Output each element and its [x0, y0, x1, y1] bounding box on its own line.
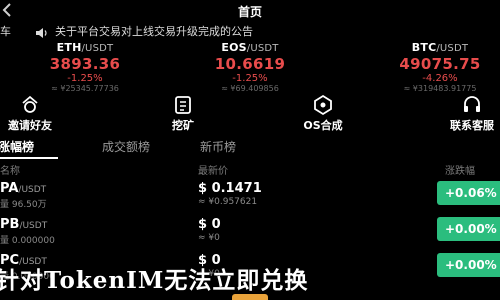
ticker-eth[interactable]: ETH/USDT 3893.36 -1.25% ≈ ¥25345.77736: [5, 38, 165, 93]
top-bar: 首页: [0, 0, 500, 22]
ticker-change: -1.25%: [232, 73, 268, 84]
row-quote: /USDT: [18, 185, 47, 195]
column-headers: 名称 最新价 涨跌幅: [0, 162, 500, 177]
ticker-base: EOS: [221, 41, 247, 54]
row-price: $ 0.1471: [198, 181, 262, 196]
shortcut-label: 挖矿: [172, 119, 194, 132]
ticker-pair: EOS/USDT: [170, 41, 330, 54]
row-cny: ≈ ¥0: [198, 233, 220, 243]
row-volume: 量 96.50万: [0, 200, 47, 210]
row-price: $ 0: [198, 217, 221, 232]
row-base: PA: [0, 181, 19, 196]
shortcut-label: OS合成: [303, 119, 343, 132]
tab-new-coins[interactable]: 新币榜: [200, 138, 236, 155]
shortcut-grid: 邀请好友 挖矿 OS合成 联系客服: [0, 90, 500, 136]
change-badge[interactable]: +0.06%: [437, 181, 500, 205]
ticker-eos[interactable]: EOS/USDT 10.6619 -1.25% ≈ ¥69.409856: [170, 38, 330, 93]
ranking-tabs: 涨幅榜 成交额榜 新币榜: [0, 138, 500, 159]
tab-gainers[interactable]: 涨幅榜: [0, 138, 34, 155]
active-tab-indicator: [0, 157, 58, 159]
customer-service-icon: [464, 96, 480, 112]
ticker-base: BTC: [411, 41, 437, 54]
change-badge[interactable]: +0.00%: [437, 217, 500, 241]
speaker-icon: [35, 24, 49, 38]
ticker-quote: /USDT: [436, 43, 469, 54]
column-change: 涨跌幅: [445, 166, 475, 177]
ticker-change: -4.26%: [422, 73, 458, 84]
ticker-pair: ETH/USDT: [5, 41, 165, 54]
shortcut-os-compose[interactable]: OS合成: [268, 90, 378, 133]
tab-turnover[interactable]: 成交额榜: [102, 138, 150, 155]
shortcut-label: 邀请好友: [8, 119, 52, 132]
shortcut-label: 联系客服: [450, 119, 494, 132]
notice-bar[interactable]: 车 关于平台交易对上线交易升级完成的公告: [0, 22, 500, 38]
row-cny: ≈ ¥0.957621: [198, 197, 258, 207]
invite-icon: [22, 95, 38, 113]
os-compose-icon: [314, 94, 332, 116]
ticker-quote: /USDT: [246, 43, 279, 54]
ticker-strip: ETH/USDT 3893.36 -1.25% ≈ ¥25345.77736 E…: [0, 38, 500, 93]
row-symbol: PB/USDT: [0, 217, 47, 232]
table-row[interactable]: PA/USDT 量 96.50万 $ 0.1471 ≈ ¥0.957621 +0…: [0, 178, 500, 210]
notice-text: 关于平台交易对上线交易升级完成的公告: [55, 25, 253, 38]
column-name: 名称: [0, 166, 20, 177]
row-quote: /USDT: [19, 221, 48, 231]
ticker-base: ETH: [56, 41, 82, 54]
row-volume: 量 0.000000: [0, 236, 55, 246]
ticker-quote: /USDT: [81, 43, 114, 54]
row-symbol: PA/USDT: [0, 181, 46, 196]
ticker-pair: BTC/USDT: [360, 41, 500, 54]
shortcut-invite[interactable]: 邀请好友: [0, 90, 85, 133]
ticker-price: 49075.75: [399, 55, 481, 73]
row-base: PB: [0, 217, 20, 232]
notice-prefix: 车: [0, 25, 11, 38]
bottom-handle: [232, 294, 268, 300]
ticker-price: 3893.36: [49, 55, 121, 73]
ticker-btc[interactable]: BTC/USDT 49075.75 -4.26% ≈ ¥319483.91775: [360, 38, 500, 93]
ticker-change: -1.25%: [67, 73, 103, 84]
shortcut-mining[interactable]: 挖矿: [128, 90, 238, 133]
shortcut-customer-service[interactable]: 联系客服: [417, 90, 500, 133]
column-price: 最新价: [198, 166, 228, 177]
table-row[interactable]: PB/USDT 量 0.000000 $ 0 ≈ ¥0 +0.00%: [0, 214, 500, 246]
mining-icon: [175, 96, 191, 114]
page-title: 首页: [237, 5, 262, 19]
ticker-price: 10.6619: [214, 55, 286, 73]
